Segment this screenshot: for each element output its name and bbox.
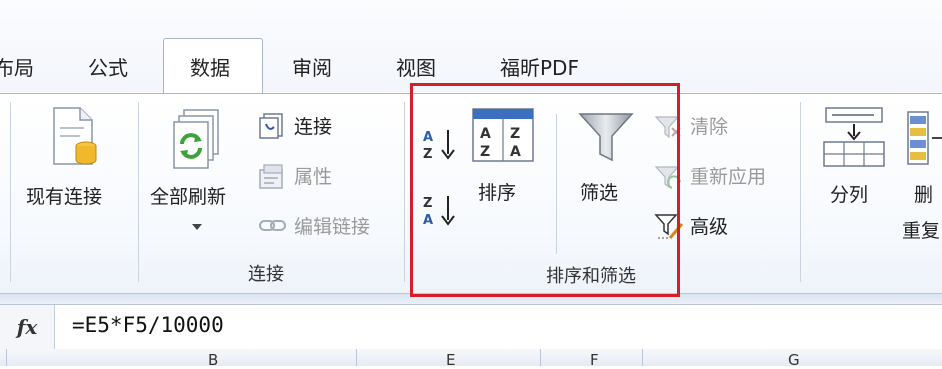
group-separator: [10, 102, 11, 282]
refresh-all-icon: [173, 109, 219, 169]
sort-label: 排序: [478, 182, 517, 204]
existing-connections-icon: [53, 107, 97, 165]
column-header-g[interactable]: G: [788, 351, 800, 369]
advanced-label: 高级: [690, 216, 729, 238]
connections-group-label: 连接: [248, 264, 284, 285]
svg-text:Z: Z: [480, 144, 490, 160]
funnel-icon: [578, 113, 634, 162]
properties-label: 属性: [294, 166, 333, 188]
ribbon-bottom-edge: [0, 293, 942, 304]
remove-duplicates-label-line2: 重复: [902, 220, 941, 242]
svg-text:A: A: [480, 126, 491, 142]
column-header-row: B E F G: [0, 349, 942, 369]
group-separator: [800, 102, 801, 282]
column-header-e[interactable]: E: [446, 351, 455, 369]
existing-connections-label: 现有连接: [26, 186, 103, 208]
properties-icon: [259, 164, 283, 189]
group-separator: [404, 102, 405, 282]
refresh-all-label: 全部刷新: [150, 186, 227, 208]
tab-data[interactable]: 数据: [190, 52, 230, 81]
remove-duplicates-label: 删: [914, 184, 934, 206]
tab-review[interactable]: 审阅: [292, 52, 332, 81]
svg-text:Z: Z: [423, 147, 432, 162]
tab-view[interactable]: 视图: [396, 52, 436, 81]
column-header-b[interactable]: B: [208, 351, 218, 369]
connections-button[interactable]: 连接: [258, 110, 378, 142]
svg-text:A: A: [423, 213, 433, 228]
svg-text:Z: Z: [510, 126, 520, 142]
text-to-columns-button[interactable]: 分列: [816, 104, 888, 214]
reapply-filter-icon: [654, 166, 681, 189]
column-divider: [642, 349, 643, 366]
clear-filter-icon: [654, 116, 681, 139]
tab-formulas[interactable]: 公式: [88, 52, 128, 81]
column-divider: [6, 349, 7, 366]
chevron-down-icon[interactable]: [192, 224, 202, 230]
remove-duplicates-button[interactable]: 删 重复: [898, 104, 942, 244]
column-divider: [356, 349, 357, 366]
reapply-label: 重新应用: [690, 166, 767, 188]
reapply-button[interactable]: 重新应用: [654, 160, 794, 192]
sort-a-to-z-icon: A Z: [423, 130, 455, 162]
properties-button[interactable]: 属性: [258, 160, 378, 192]
sort-dialog-icon: A Z Z A: [472, 108, 534, 162]
svg-text:Z: Z: [423, 196, 432, 211]
ribbon-tab-bar: 布局 公式 数据 审阅 视图 福昕PDF: [0, 0, 942, 95]
group-separator: [556, 114, 557, 254]
filter-label: 筛选: [580, 182, 619, 204]
tab-layout[interactable]: 布局: [0, 52, 34, 81]
text-to-columns-label: 分列: [830, 184, 869, 206]
sort-descending-button[interactable]: Z A: [420, 190, 460, 230]
edit-links-label: 编辑链接: [294, 216, 371, 238]
edit-links-button[interactable]: 编辑链接: [258, 210, 398, 242]
sort-button[interactable]: A Z Z A 排序: [468, 106, 538, 216]
chain-link-icon: [259, 220, 286, 231]
connections-label: 连接: [294, 116, 333, 138]
sort-z-to-a-icon: Z A: [423, 196, 455, 228]
remove-duplicates-icon: [907, 111, 942, 165]
column-divider: [540, 349, 541, 366]
advanced-button[interactable]: 高级: [654, 210, 764, 242]
tab-foxit-pdf[interactable]: 福昕PDF: [500, 52, 579, 81]
formula-bar: fx =E5*F5/10000: [0, 304, 942, 350]
connections-icon: [259, 113, 283, 139]
formula-input[interactable]: =E5*F5/10000: [72, 313, 224, 337]
text-to-columns-icon: [823, 107, 885, 167]
clear-button[interactable]: 清除: [654, 110, 764, 142]
existing-connections-button[interactable]: 现有连接: [18, 100, 130, 220]
sort-filter-group-label: 排序和筛选: [546, 266, 636, 287]
refresh-all-button[interactable]: 全部刷新: [146, 100, 250, 240]
insert-function-button[interactable]: fx: [0, 305, 55, 349]
advanced-filter-icon: [654, 214, 684, 239]
sort-ascending-button[interactable]: A Z: [420, 124, 460, 164]
svg-text:A: A: [510, 144, 521, 160]
column-header-f[interactable]: F: [590, 351, 599, 369]
filter-button[interactable]: 筛选: [572, 106, 642, 216]
ribbon-panel: 现有连接 全部刷新 连接 属性 编辑链接 连接 A Z Z A A Z Z A …: [0, 93, 942, 294]
group-separator: [138, 102, 139, 282]
svg-text:A: A: [423, 130, 433, 145]
clear-label: 清除: [690, 116, 729, 138]
